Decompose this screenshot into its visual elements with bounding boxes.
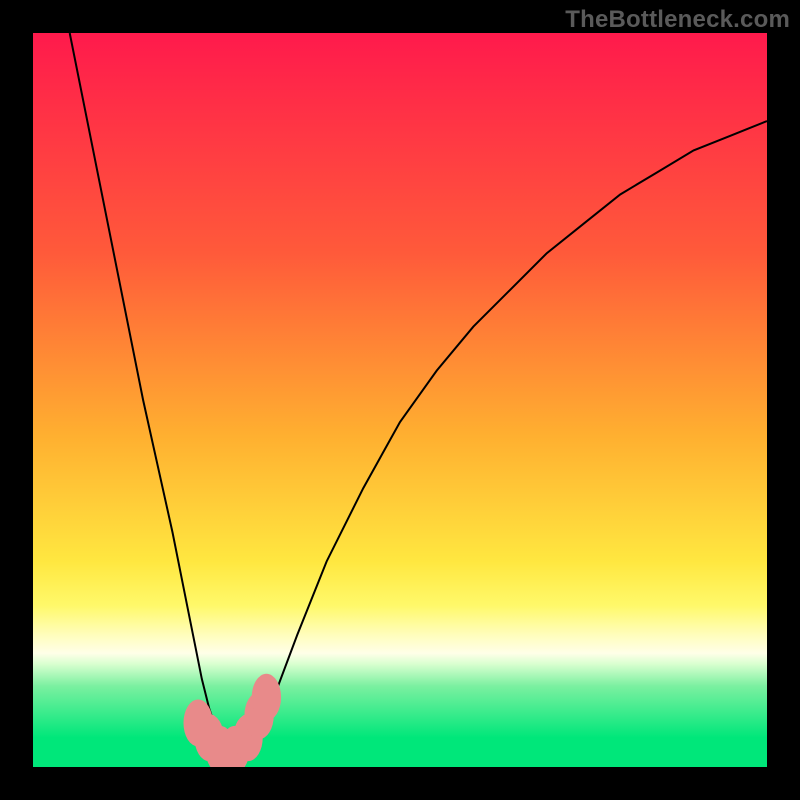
dot <box>252 674 281 721</box>
plot-svg <box>33 33 767 767</box>
plot-area <box>33 33 767 767</box>
chart-container: TheBottleneck.com <box>0 0 800 800</box>
watermark: TheBottleneck.com <box>565 6 790 34</box>
